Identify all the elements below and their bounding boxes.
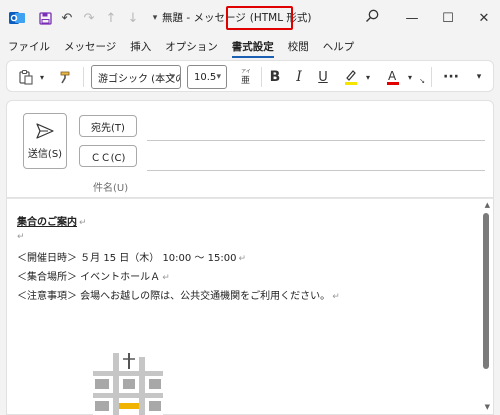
- to-button[interactable]: 宛先(T): [79, 115, 137, 137]
- redo-icon: ↷: [83, 10, 95, 26]
- outlook-icon: [6, 7, 28, 29]
- chevron-down-icon: ▾: [170, 72, 175, 82]
- tab-options[interactable]: オプション: [165, 39, 218, 58]
- more-options-icon[interactable]: ···: [439, 65, 463, 89]
- maximize-icon[interactable]: ☐: [428, 0, 468, 36]
- bold-icon[interactable]: B: [265, 65, 285, 89]
- svg-text:アイ: アイ: [241, 69, 251, 75]
- font-color-dropdown-icon[interactable]: ▾: [405, 65, 415, 89]
- scroll-down-icon[interactable]: ▼: [485, 403, 490, 411]
- arrow-up-icon: ↑: [105, 10, 117, 26]
- tab-format-text[interactable]: 書式設定: [231, 39, 274, 58]
- blank-paragraph: ↵: [17, 231, 25, 242]
- tab-file[interactable]: ファイル: [8, 39, 50, 58]
- body-line-notes: ＜注意事項＞ 会場へお越しの際は、公共交通機関をご利用ください。 ↵: [17, 287, 340, 302]
- format-highlight-box: [226, 6, 293, 30]
- ribbon-expand-icon[interactable]: ▾: [471, 65, 487, 89]
- ribbon: ▾ 游ゴシック (本文のフ ▾ 10.5 ▾ アイ亜 B I U ▾ A ▾ ↘…: [6, 60, 494, 92]
- body-line-text: ＜開催日時＞ ５月 15 日（木） 10:00 〜 15:00: [17, 253, 237, 264]
- search-icon[interactable]: [364, 8, 380, 27]
- chevron-down-icon: ▾: [216, 72, 221, 82]
- paragraph-mark: ↵: [238, 254, 246, 264]
- ribbon-separator: [261, 67, 262, 87]
- send-label: 送信(S): [27, 148, 63, 160]
- paragraph-mark: ↵: [332, 292, 340, 302]
- send-icon: [36, 122, 54, 139]
- undo-icon[interactable]: ↶: [56, 7, 78, 29]
- font-dialog-launcher-icon[interactable]: ↘: [417, 75, 427, 87]
- title-bar: ↶ ↷ ↑ ↓ ▾ 無題 - メッセージ (HTML 形式) — ☐ ✕: [0, 0, 500, 36]
- ribbon-separator: [83, 67, 84, 87]
- cc-field[interactable]: [147, 170, 485, 171]
- send-button[interactable]: 送信(S): [23, 113, 67, 169]
- save-icon[interactable]: [34, 7, 56, 29]
- arrow-down-icon: ↓: [127, 10, 139, 26]
- paragraph-mark: ↵: [162, 273, 170, 283]
- subject-label: 件名(U): [93, 183, 129, 194]
- message-header: 送信(S) 宛先(T) ＣＣ(C) 件名(U): [6, 100, 494, 198]
- tab-message[interactable]: メッセージ: [64, 39, 116, 58]
- body-line-text: ＜集合場所＞ イベントホールＡ: [17, 272, 161, 283]
- format-painter-icon[interactable]: [55, 65, 77, 89]
- tab-help[interactable]: ヘルプ: [323, 39, 355, 58]
- to-field[interactable]: [147, 140, 485, 141]
- paragraph-mark: ↵: [17, 232, 25, 242]
- close-icon[interactable]: ✕: [464, 0, 500, 36]
- tab-insert[interactable]: 挿入: [130, 39, 151, 58]
- vertical-scrollbar[interactable]: [483, 213, 489, 369]
- body-heading: 集合のご案内: [17, 217, 77, 228]
- body-line-datetime: ＜開催日時＞ ５月 15 日（木） 10:00 〜 15:00 ↵: [17, 249, 246, 264]
- svg-text:A: A: [388, 69, 397, 83]
- font-name-value: 游ゴシック (本文のフ: [98, 73, 180, 85]
- tab-review[interactable]: 校閲: [288, 39, 309, 58]
- font-size-value: 10.5: [194, 71, 217, 83]
- paste-icon[interactable]: [15, 65, 37, 89]
- menu-bar: ファイル メッセージ 挿入 オプション 書式設定 校閲 ヘルプ: [0, 36, 500, 58]
- ribbon-separator: [431, 67, 432, 87]
- scroll-up-icon[interactable]: ▲: [485, 201, 490, 209]
- paragraph-mark: ↵: [79, 218, 87, 228]
- cc-button[interactable]: ＣＣ(C): [79, 145, 137, 167]
- body-line-text: ＜注意事項＞ 会場へお越しの際は、公共交通機関をご利用ください。: [17, 291, 331, 302]
- font-size-select[interactable]: 10.5 ▾: [187, 65, 227, 89]
- message-body[interactable]: 集合のご案内 ↵ ↵ ＜開催日時＞ ５月 15 日（木） 10:00 〜 15:0…: [6, 198, 494, 415]
- minimize-icon[interactable]: —: [392, 0, 432, 36]
- italic-icon[interactable]: I: [289, 65, 309, 89]
- font-name-select[interactable]: 游ゴシック (本文のフ ▾: [91, 65, 181, 89]
- highlight-dropdown-icon[interactable]: ▾: [363, 65, 373, 89]
- body-heading-line: 集合のご案内 ↵: [17, 213, 87, 228]
- phonetic-guide-icon[interactable]: アイ亜: [235, 65, 257, 89]
- svg-text:亜: 亜: [241, 75, 250, 86]
- paste-dropdown-icon[interactable]: ▾: [37, 65, 47, 89]
- highlight-icon[interactable]: [341, 65, 361, 89]
- map-image[interactable]: [93, 353, 163, 415]
- underline-icon[interactable]: U: [313, 65, 333, 89]
- body-line-location: ＜集合場所＞ イベントホールＡ ↵: [17, 268, 170, 283]
- font-color-icon[interactable]: A: [383, 65, 403, 89]
